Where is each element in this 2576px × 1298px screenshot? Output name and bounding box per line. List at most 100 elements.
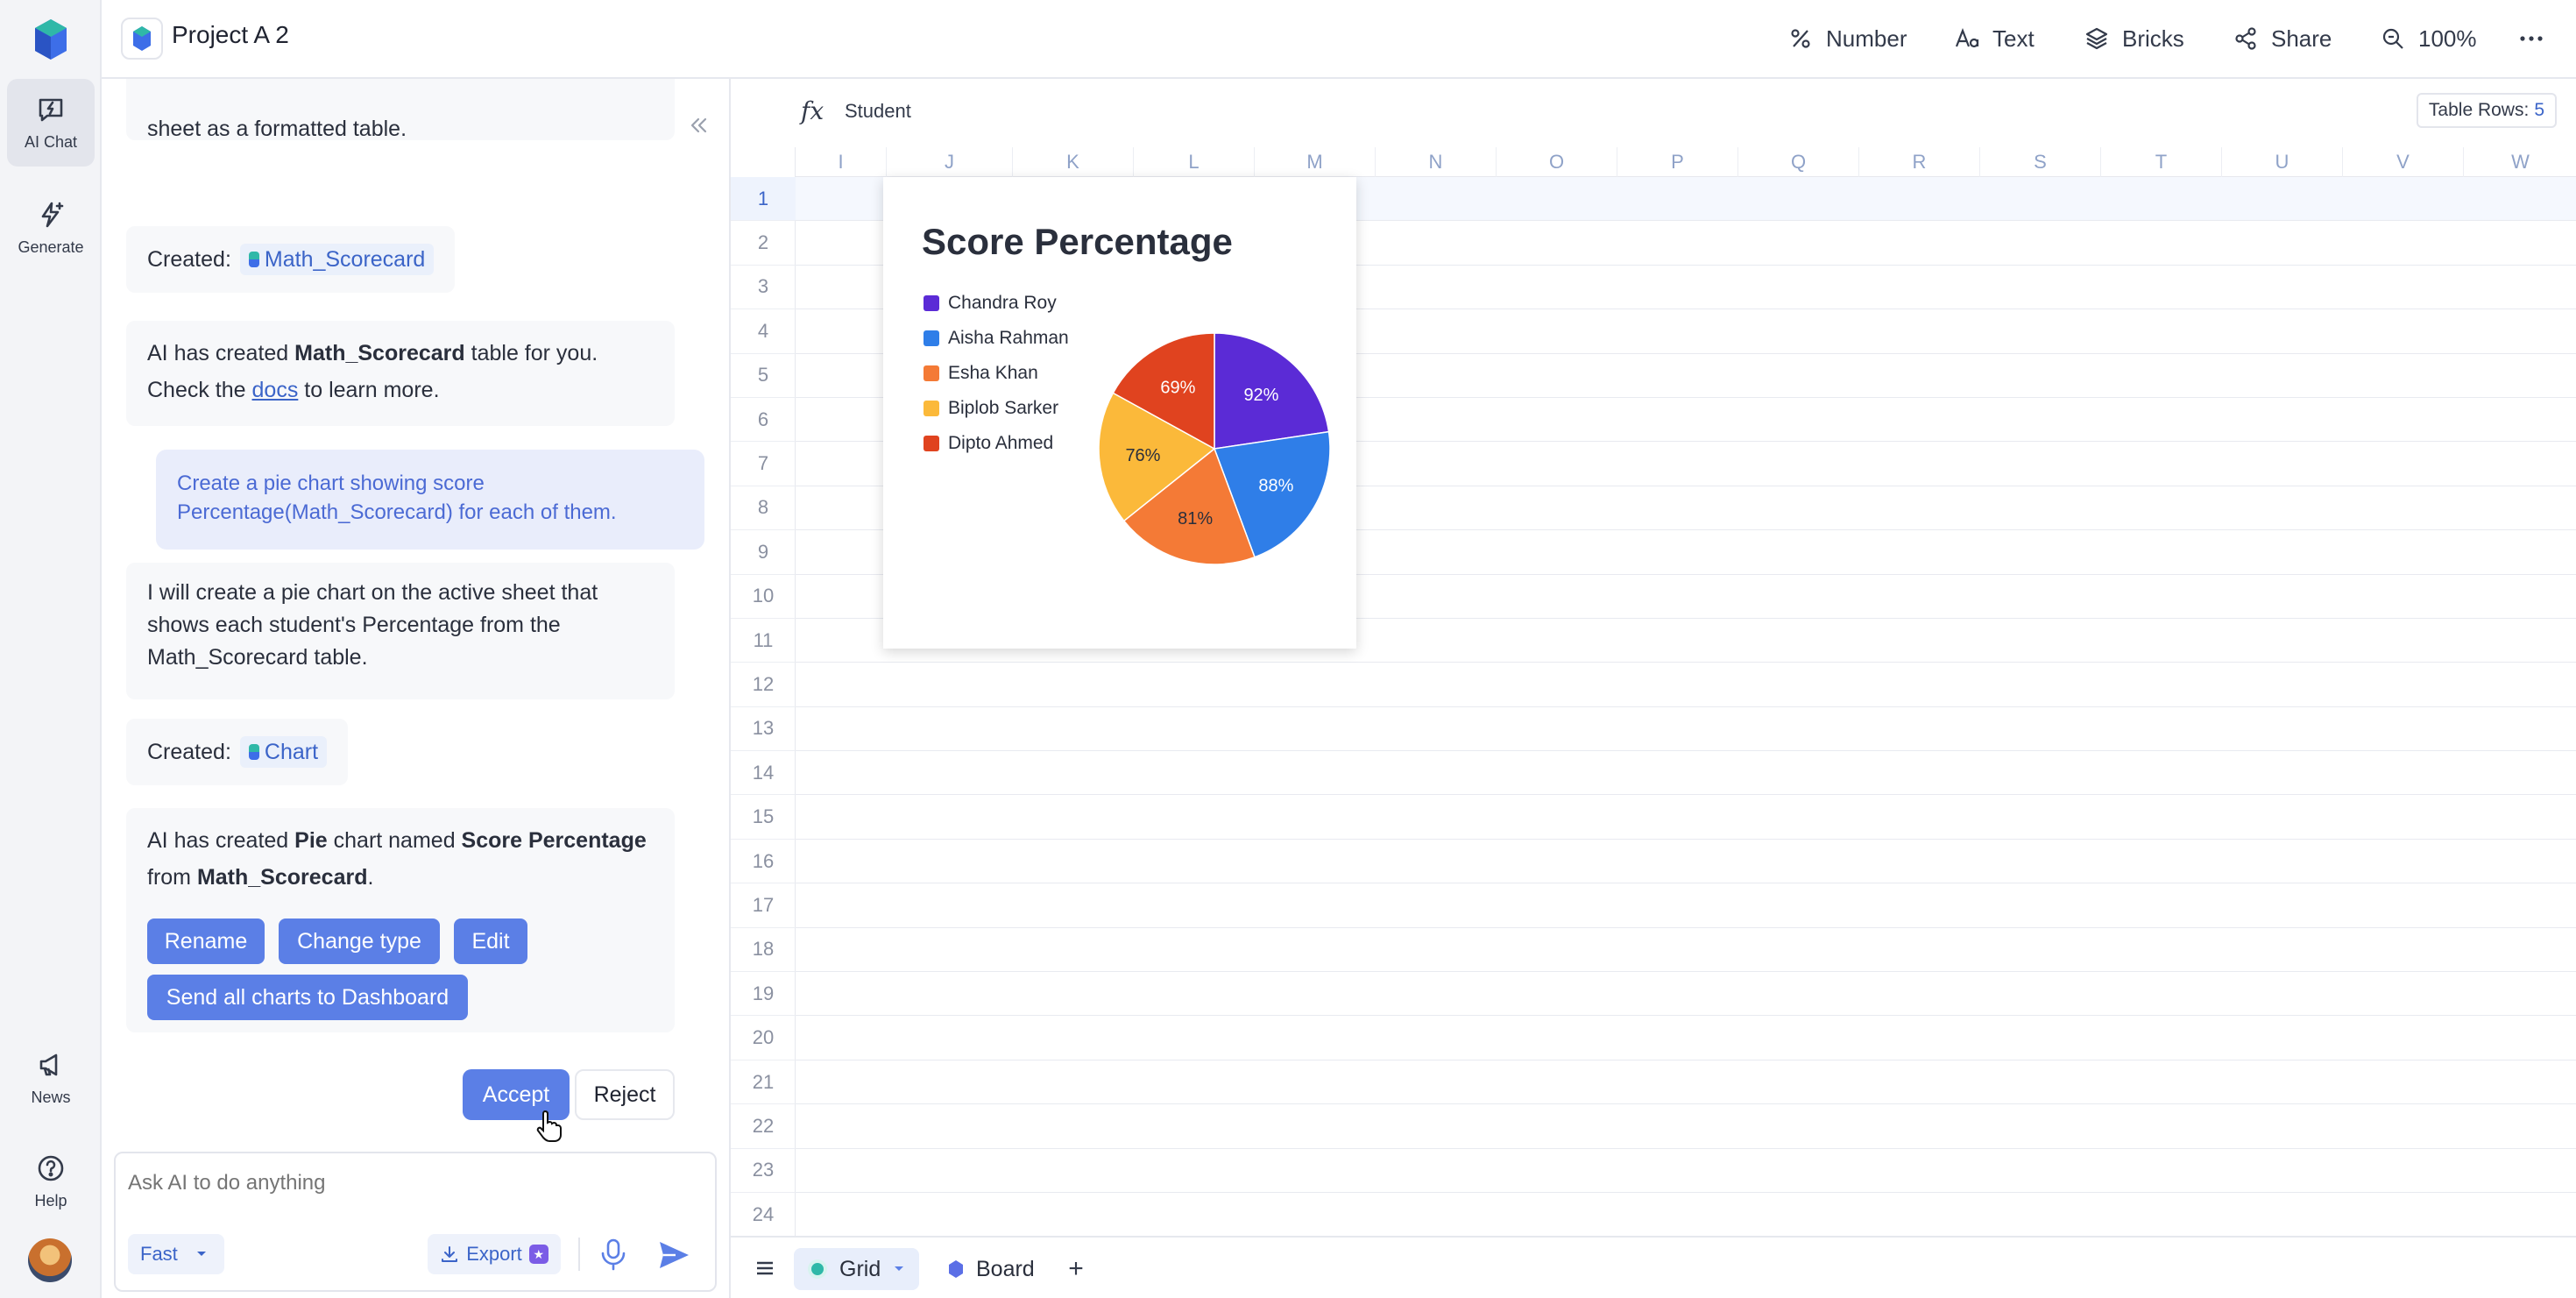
text-format-button[interactable]: Text xyxy=(1954,19,2035,58)
microphone-icon[interactable] xyxy=(598,1238,629,1271)
column-header-r[interactable]: R xyxy=(1859,147,1980,177)
column-header-l[interactable]: L xyxy=(1134,147,1255,177)
chat-input[interactable] xyxy=(128,1171,689,1195)
column-header-s[interactable]: S xyxy=(1980,147,2101,177)
mode-select[interactable]: Fast xyxy=(128,1234,224,1274)
share-button[interactable]: Share xyxy=(2233,19,2332,58)
row-header-10[interactable]: 10 xyxy=(731,575,796,619)
zoom-button[interactable]: 100% xyxy=(2380,19,2477,58)
table-rows-count: 5 xyxy=(2534,100,2544,120)
row-header-17[interactable]: 17 xyxy=(731,883,796,928)
rail-generate[interactable]: Generate xyxy=(7,184,95,272)
row-header-4[interactable]: 4 xyxy=(731,309,796,354)
legend-item[interactable]: Aisha Rahman xyxy=(924,321,1069,356)
column-header-n[interactable]: N xyxy=(1376,147,1497,177)
docs-link[interactable]: docs xyxy=(252,378,299,402)
avatar[interactable] xyxy=(28,1238,72,1282)
layers-icon xyxy=(2085,27,2108,50)
row-header-8[interactable]: 8 xyxy=(731,486,796,531)
export-button[interactable]: Export ★ xyxy=(428,1234,561,1274)
grid-row[interactable] xyxy=(796,751,2576,796)
grid-row[interactable] xyxy=(796,1193,2576,1236)
row-header-7[interactable]: 7 xyxy=(731,442,796,486)
grid-row[interactable] xyxy=(796,1104,2576,1149)
formula-value[interactable]: Student xyxy=(845,100,911,123)
table-chip[interactable]: Math_Scorecard xyxy=(239,244,435,275)
grid-row[interactable] xyxy=(796,707,2576,752)
row-header-20[interactable]: 20 xyxy=(731,1016,796,1060)
row-header-23[interactable]: 23 xyxy=(731,1149,796,1193)
legend-item[interactable]: Chandra Roy xyxy=(924,286,1069,321)
grid-row[interactable] xyxy=(796,663,2576,707)
change-type-button[interactable]: Change type xyxy=(279,919,440,964)
column-header-k[interactable]: K xyxy=(1013,147,1134,177)
grid-row[interactable] xyxy=(796,883,2576,928)
rail-news[interactable]: News xyxy=(7,1034,95,1122)
row-header-13[interactable]: 13 xyxy=(731,707,796,752)
row-header-22[interactable]: 22 xyxy=(731,1104,796,1149)
collapse-panel-icon[interactable] xyxy=(685,112,711,138)
row-header-24[interactable]: 24 xyxy=(731,1193,796,1236)
reject-button[interactable]: Reject xyxy=(575,1069,675,1120)
row-header-18[interactable]: 18 xyxy=(731,928,796,973)
row-header-12[interactable]: 12 xyxy=(731,663,796,707)
column-header-t[interactable]: T xyxy=(2101,147,2222,177)
send-to-dashboard-button[interactable]: Send all charts to Dashboard xyxy=(147,975,468,1020)
row-header-5[interactable]: 5 xyxy=(731,354,796,398)
project-icon[interactable] xyxy=(121,18,163,60)
app-logo-icon[interactable] xyxy=(33,18,68,61)
grid-row[interactable] xyxy=(796,928,2576,973)
row-header-16[interactable]: 16 xyxy=(731,840,796,884)
bricks-button[interactable]: Bricks xyxy=(2084,19,2184,58)
more-options-button[interactable] xyxy=(2518,19,2544,58)
created-label: Created: xyxy=(147,740,231,764)
column-header-q[interactable]: Q xyxy=(1738,147,1859,177)
legend-item[interactable]: Dipto Ahmed xyxy=(924,426,1069,461)
grid-row[interactable] xyxy=(796,795,2576,840)
row-header-15[interactable]: 15 xyxy=(731,795,796,840)
add-view-button[interactable]: + xyxy=(1060,1253,1092,1285)
column-header-m[interactable]: M xyxy=(1255,147,1376,177)
row-header-3[interactable]: 3 xyxy=(731,266,796,310)
legend-item[interactable]: Esha Khan xyxy=(924,356,1069,391)
grid-row[interactable] xyxy=(796,840,2576,884)
column-header-p[interactable]: P xyxy=(1617,147,1738,177)
tab-grid[interactable]: Grid xyxy=(794,1248,920,1290)
pie-data-label: 76% xyxy=(1125,446,1160,465)
number-format-button[interactable]: Number xyxy=(1787,19,1907,58)
column-header-u[interactable]: U xyxy=(2222,147,2343,177)
row-header-1[interactable]: 1 xyxy=(731,177,796,222)
row-header-6[interactable]: 6 xyxy=(731,398,796,443)
grid-row[interactable] xyxy=(796,1016,2576,1060)
pie-chart-card[interactable]: Score Percentage Chandra Roy Aisha Rahman… xyxy=(883,177,1356,649)
project-title[interactable]: Project A 2 xyxy=(172,21,289,49)
grid-row[interactable] xyxy=(796,972,2576,1017)
mode-select-label: Fast xyxy=(140,1243,178,1265)
rename-button[interactable]: Rename xyxy=(147,919,265,964)
caret-down-icon[interactable] xyxy=(893,1265,905,1273)
column-header-o[interactable]: O xyxy=(1497,147,1617,177)
rail-help[interactable]: Help xyxy=(7,1138,95,1225)
column-header-v[interactable]: V xyxy=(2343,147,2464,177)
send-icon[interactable] xyxy=(657,1239,690,1271)
row-header-21[interactable]: 21 xyxy=(731,1060,796,1105)
tab-board[interactable]: Board xyxy=(934,1248,1049,1290)
grid-row[interactable] xyxy=(796,1149,2576,1193)
column-header-w[interactable]: W xyxy=(2464,147,2576,177)
legend-item[interactable]: Biplob Sarker xyxy=(924,391,1069,426)
divider xyxy=(578,1238,580,1271)
menu-icon[interactable] xyxy=(754,1257,776,1280)
row-header-19[interactable]: 19 xyxy=(731,972,796,1017)
chart-chip[interactable]: Chart xyxy=(239,736,328,768)
edit-button[interactable]: Edit xyxy=(454,919,527,964)
board-view-icon xyxy=(949,1260,963,1278)
chart-chip-icon xyxy=(248,744,259,760)
row-header-14[interactable]: 14 xyxy=(731,751,796,796)
row-header-11[interactable]: 11 xyxy=(731,619,796,663)
column-header-j[interactable]: J xyxy=(887,147,1013,177)
column-header-i[interactable]: I xyxy=(796,147,887,177)
row-header-9[interactable]: 9 xyxy=(731,530,796,575)
row-header-2[interactable]: 2 xyxy=(731,221,796,266)
grid-row[interactable] xyxy=(796,1060,2576,1105)
rail-ai-chat[interactable]: AI Chat xyxy=(7,79,95,167)
